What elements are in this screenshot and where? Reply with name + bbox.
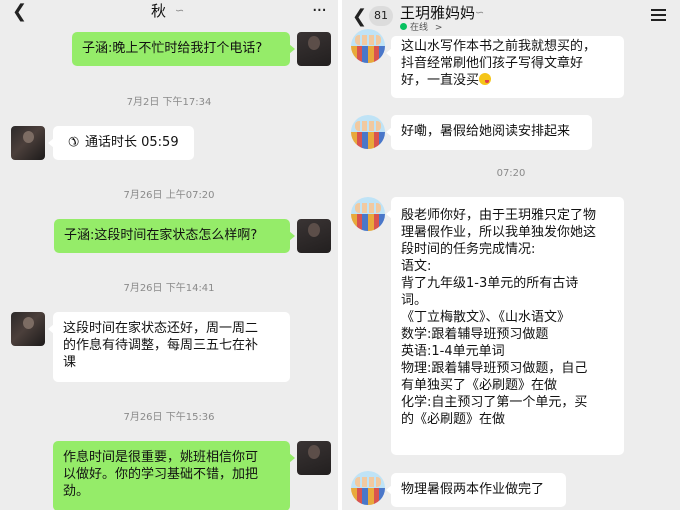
- message-text: 子涵:这段时间在家状态怎么样啊?: [64, 228, 258, 243]
- message-line: 抖音经常刷他们孩子写得文章好: [401, 56, 584, 71]
- timestamp: 7月2日 下午17:34: [126, 97, 212, 108]
- timestamp: 7月26日 上午07:20: [123, 190, 215, 201]
- menu-icon[interactable]: [651, 9, 666, 21]
- chat-title: 王玥雅妈妈: [400, 4, 476, 22]
- unread-count-badge: 81: [369, 6, 393, 26]
- message-text: 子涵:晚上不忙时给我打个电话?: [82, 41, 263, 56]
- mute-icon: ∽: [175, 4, 185, 17]
- right-chat-window: ❮ 81 王玥雅妈妈 ∽ 在线 > 这山水写作本书之前我就想买的， 抖音经常刷他…: [342, 0, 680, 510]
- message-line: 理暑假作业，所以我单独发你她这: [401, 225, 597, 240]
- chevron-left-icon[interactable]: ❮: [352, 8, 367, 26]
- message-line: 作息时间是很重要，姚班相信你可: [63, 450, 259, 465]
- message-text: 好嘞，暑假给她阅读安排起来: [401, 124, 571, 139]
- avatar[interactable]: [11, 126, 45, 160]
- avatar[interactable]: [351, 197, 385, 231]
- avatar[interactable]: [297, 32, 331, 66]
- message-bubble-outgoing[interactable]: 子涵:这段时间在家状态怎么样啊?: [54, 219, 295, 253]
- message-line: 殷老师你好，由于王玥雅只定了物: [401, 208, 597, 223]
- more-dots-icon[interactable]: ···: [312, 0, 327, 21]
- message-line: 这段时间在家状态还好，周一周二: [63, 321, 259, 336]
- grin-tongue-emoji: [479, 73, 492, 85]
- timestamp: 7月26日 下午15:36: [123, 412, 215, 423]
- message-line: 的《必刷题》在做: [401, 412, 506, 427]
- avatar[interactable]: [297, 441, 331, 475]
- message-line: 课: [63, 355, 77, 370]
- message-line: 词。: [401, 293, 428, 308]
- left-chat-window: ❮ 秋 ∽ ··· 子涵:晚上不忙时给我打个电话? 7月2日 下午17:34 ✆…: [0, 0, 338, 510]
- message-line: 语文:: [401, 259, 432, 274]
- chat-title: 秋: [151, 2, 167, 20]
- message-bubble-outgoing[interactable]: 子涵:晚上不忙时给我打个电话?: [72, 32, 295, 66]
- message-line: 好，一直没买: [401, 73, 480, 88]
- message-line: 劲。: [63, 484, 90, 499]
- message-bubble-incoming[interactable]: 殷老师你好，由于王玥雅只定了物 理暑假作业，所以我单独发你她这 段时间的任务完成…: [386, 197, 624, 455]
- chevron-right-icon: >: [434, 23, 443, 33]
- avatar[interactable]: [11, 312, 45, 346]
- message-line: 《丁立梅散文》、《山水语文》: [401, 310, 571, 325]
- message-text: 物理暑假两本作业做完了: [401, 482, 545, 497]
- avatar[interactable]: [297, 219, 331, 253]
- right-chat-header: ❮ 81 王玥雅妈妈 ∽ 在线 >: [342, 0, 680, 36]
- message-line: 物理:跟着辅导班预习做题，自己: [401, 361, 588, 376]
- call-record-bubble[interactable]: ✆ 通话时长 05:59: [48, 126, 194, 160]
- timestamp: 7月26日 下午14:41: [123, 283, 215, 294]
- call-duration-text: 通话时长 05:59: [85, 135, 179, 150]
- avatar[interactable]: [351, 471, 385, 505]
- online-status[interactable]: 在线 >: [400, 22, 442, 34]
- message-bubble-incoming[interactable]: 好嘞，暑假给她阅读安排起来: [386, 115, 592, 150]
- message-line: 化学:自主预习了第一个单元，买: [401, 395, 588, 410]
- message-line: 段时间的任务完成情况:: [401, 242, 536, 257]
- avatar[interactable]: [351, 115, 385, 149]
- message-line: 的作息有待调整，每周三五七在补: [63, 338, 259, 353]
- message-line: 英语:1-4单元单词: [401, 344, 505, 359]
- left-chat-header: ❮ 秋 ∽ ···: [0, 0, 338, 24]
- message-bubble-incoming[interactable]: 这段时间在家状态还好，周一周二 的作息有待调整，每周三五七在补 课: [48, 312, 290, 382]
- online-dot-icon: [400, 23, 407, 30]
- message-line: 这山水写作本书之前我就想买的，: [401, 39, 597, 54]
- message-bubble-incoming[interactable]: 物理暑假两本作业做完了: [386, 473, 566, 507]
- message-line: 以做好。你的学习基础不错，加把: [63, 467, 259, 482]
- message-line: 有单独买了《必刷题》在做: [401, 378, 558, 393]
- message-bubble-incoming[interactable]: 这山水写作本书之前我就想买的， 抖音经常刷他们孩子写得文章好 好，一直没买: [386, 36, 624, 98]
- chevron-left-icon[interactable]: ❮: [12, 3, 27, 21]
- message-bubble-outgoing[interactable]: 作息时间是很重要，姚班相信你可 以做好。你的学习基础不错，加把 劲。: [53, 441, 295, 510]
- mute-icon: ∽: [475, 6, 485, 19]
- message-line: 背了九年级1-3单元的所有古诗: [401, 276, 579, 291]
- status-text: 在线: [410, 23, 429, 33]
- message-line: 数学:跟着辅导班预习做题: [401, 327, 549, 342]
- timestamp: 07:20: [496, 168, 526, 179]
- phone-hangup-icon: ✆: [63, 131, 82, 150]
- avatar[interactable]: [351, 29, 385, 63]
